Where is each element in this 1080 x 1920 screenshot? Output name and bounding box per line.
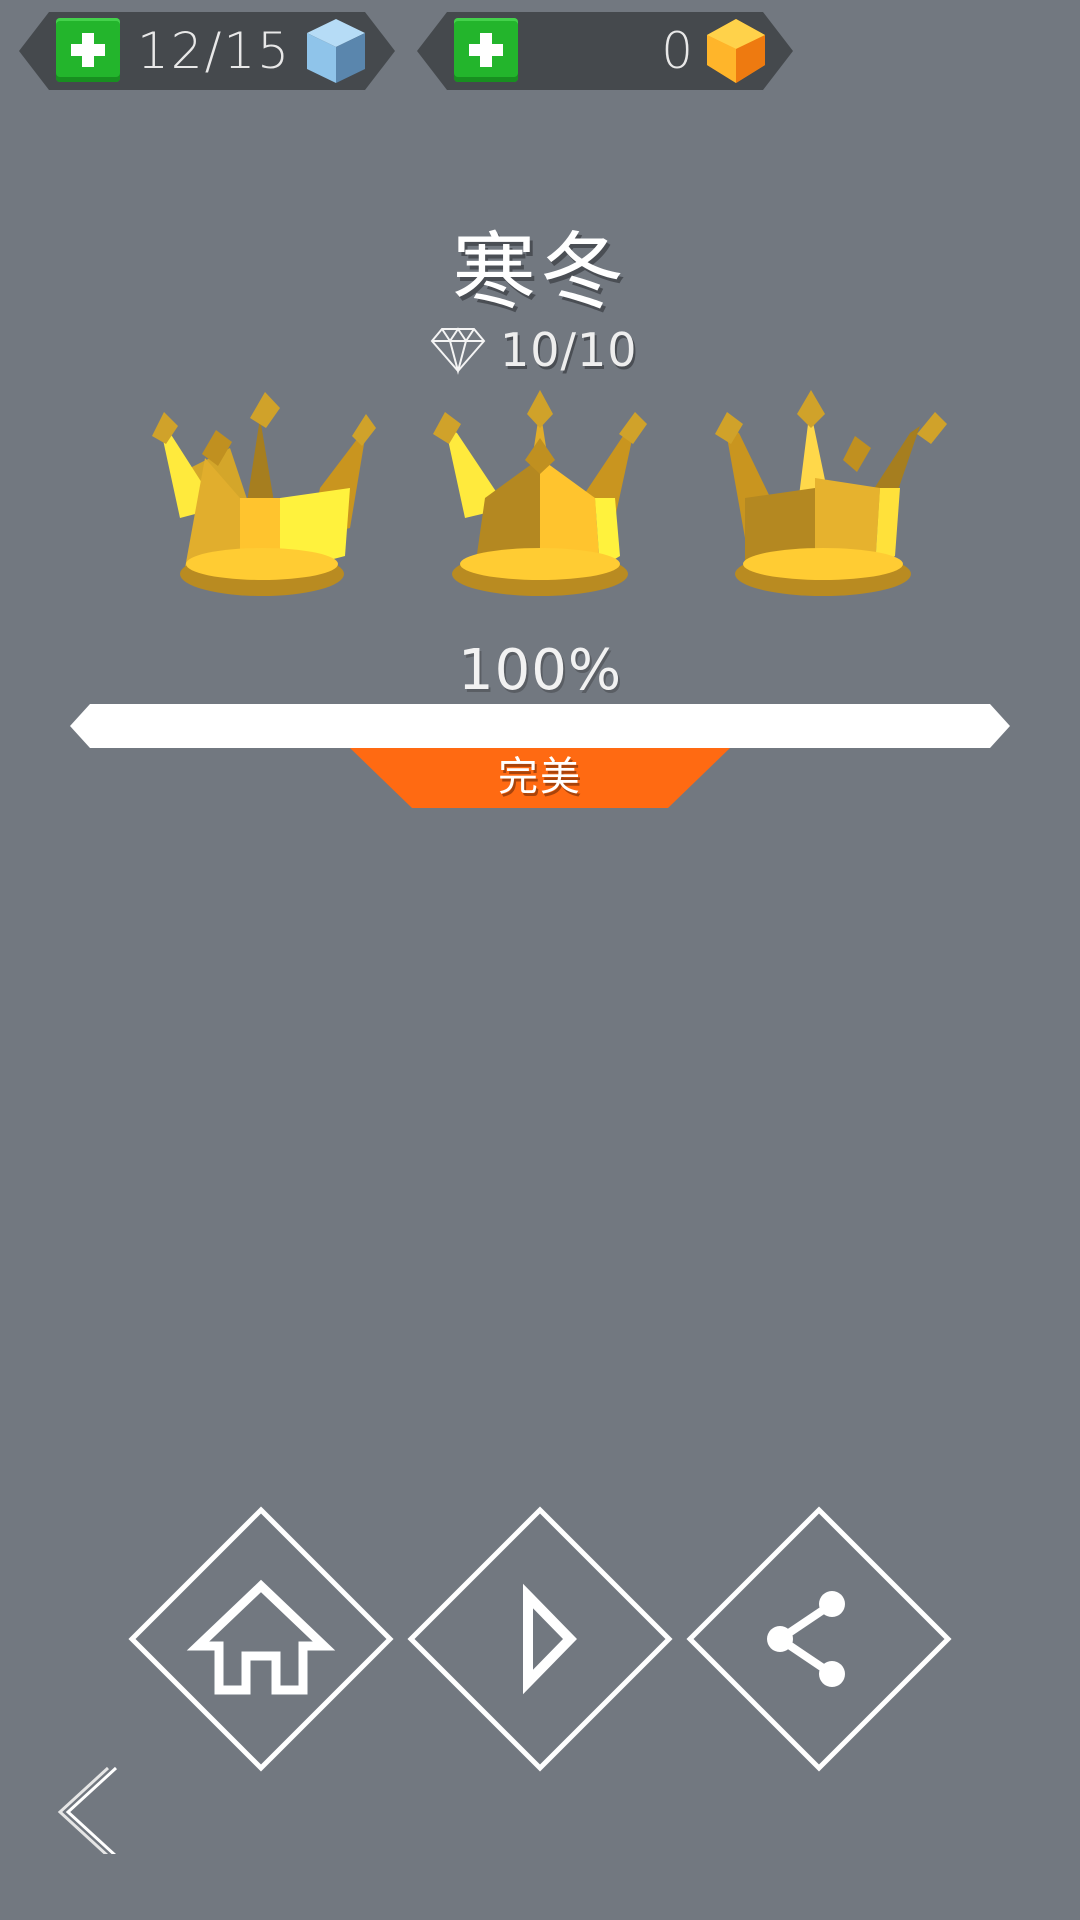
add-gems-button[interactable]	[454, 18, 518, 82]
rating-badge: 完美	[350, 748, 730, 808]
progress-percent: 100%	[457, 638, 623, 703]
add-lives-button[interactable]	[56, 18, 120, 82]
crown-icon-2	[433, 390, 647, 596]
back-chevron-icon	[57, 1766, 118, 1854]
share-button[interactable]	[686, 1506, 952, 1772]
blue-cube-icon	[301, 15, 371, 87]
orange-gem-icon	[699, 15, 773, 87]
crown-icon-1	[152, 392, 376, 596]
level-score: 10/10	[430, 322, 638, 378]
diamond-icon	[430, 327, 486, 375]
lives-counter: 12/15	[19, 12, 395, 90]
home-icon	[186, 1579, 336, 1695]
score-value: 10/10	[500, 323, 638, 377]
back-button[interactable]	[50, 1764, 120, 1854]
share-icon	[767, 1591, 845, 1687]
gems-count: 0	[661, 22, 695, 80]
progress-bar	[70, 704, 1010, 748]
crown-icon-3	[715, 390, 947, 596]
progress-bar-fill	[70, 704, 1010, 748]
gems-counter: 0	[417, 12, 793, 90]
home-button[interactable]	[128, 1506, 394, 1772]
level-title: 寒冬	[451, 223, 628, 321]
lives-count: 12/15	[137, 22, 292, 80]
play-icon	[523, 1583, 577, 1695]
play-button[interactable]	[407, 1506, 673, 1772]
